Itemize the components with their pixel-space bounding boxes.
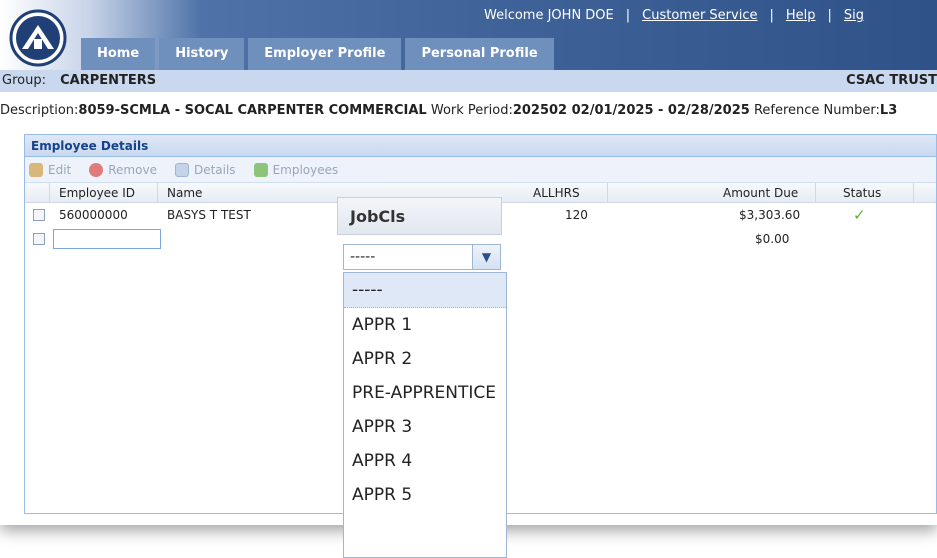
amount-due-cell: $0.00 — [755, 232, 790, 246]
allhrs-cell: 120 — [565, 208, 588, 222]
tab-history[interactable]: History — [159, 38, 245, 70]
employee-id-cell: 560000000 — [59, 208, 128, 222]
jobcls-option[interactable]: APPR 4 — [344, 444, 506, 478]
employees-icon — [253, 162, 268, 177]
name-cell: BASYS T TEST — [167, 208, 251, 222]
description-label: Description: — [0, 103, 79, 118]
welcome-text: Welcome JOHN DOE — [484, 8, 614, 23]
column-separator — [157, 183, 158, 203]
details-icon — [174, 162, 189, 177]
carpenter-logo-icon — [9, 9, 67, 67]
reference-value: L3 — [879, 103, 898, 118]
jobcls-option[interactable]: APPR 3 — [344, 410, 506, 444]
tab-employer-profile[interactable]: Employer Profile — [248, 38, 402, 70]
separator: | — [827, 8, 832, 23]
jobcls-column-header[interactable]: JobCls — [337, 197, 502, 235]
customer-service-link[interactable]: Customer Service — [642, 8, 757, 28]
separator: | — [625, 8, 631, 23]
jobcls-option[interactable]: APPR 5 — [344, 478, 506, 512]
chevron-down-icon[interactable]: ▼ — [472, 245, 500, 269]
col-name[interactable]: Name — [167, 183, 202, 203]
trust-name: CSAC TRUST — [846, 73, 937, 88]
jobcls-options-list: ----- APPR 1 APPR 2 PRE-APPRENTICE APPR … — [343, 272, 507, 558]
column-separator — [913, 183, 914, 203]
separator: | — [769, 8, 774, 23]
help-link[interactable]: Help — [786, 8, 816, 28]
grid-toolbar: Edit Remove Details Employees — [25, 157, 936, 183]
amount-due-cell: $3,303.60 — [739, 208, 801, 222]
jobcls-option[interactable]: APPR 2 — [344, 342, 506, 376]
work-period-value: 202502 02/01/2025 - 02/28/2025 — [512, 103, 750, 118]
sign-out-link[interactable]: Sig — [844, 8, 864, 28]
jobcls-option[interactable]: PRE-APPRENTICE — [344, 376, 506, 410]
description-value: 8059-SCMLA - SOCAL CARPENTER COMMERCIAL — [78, 103, 427, 118]
edit-button[interactable]: Edit — [29, 162, 72, 177]
main-tabs: Home History Employer Profile Personal P… — [81, 38, 554, 70]
details-label: Details — [193, 162, 236, 177]
work-period-label: Work Period: — [430, 103, 513, 118]
col-employee-id[interactable]: Employee ID — [59, 183, 135, 203]
reference-label: Reference Number: — [753, 103, 880, 118]
tab-home[interactable]: Home — [81, 38, 156, 70]
panel-title: Employee Details — [25, 135, 936, 157]
tab-personal-profile[interactable]: Personal Profile — [405, 38, 554, 70]
edit-icon — [29, 162, 43, 177]
row-checkbox[interactable] — [33, 209, 45, 221]
col-allhrs[interactable]: ALLHRS — [533, 183, 580, 203]
group-label: Group: — [2, 73, 46, 88]
employee-id-input[interactable] — [53, 229, 161, 249]
row-checkbox[interactable] — [33, 233, 45, 245]
remove-label: Remove — [108, 162, 157, 177]
group-bar: Group: CARPENTERS CSAC TRUST — [0, 70, 937, 92]
jobcls-option[interactable]: ----- — [344, 273, 506, 308]
welcome-bar: Welcome JOHN DOE | Customer Service | He… — [484, 8, 864, 28]
description-line: Description:8059-SCMLA - SOCAL CARPENTER… — [0, 103, 937, 121]
edit-label: Edit — [48, 162, 72, 177]
col-status[interactable]: Status — [843, 183, 881, 203]
col-amount-due[interactable]: Amount Due — [723, 183, 798, 203]
app-header: Welcome JOHN DOE | Customer Service | He… — [0, 0, 937, 70]
status-check-icon: ✓ — [853, 206, 866, 224]
remove-button[interactable]: Remove — [89, 162, 157, 177]
details-button[interactable]: Details — [174, 162, 236, 177]
jobcls-selected-value: ----- — [350, 249, 376, 265]
jobcls-select[interactable]: ----- ▼ — [343, 244, 501, 270]
column-separator — [815, 183, 816, 203]
remove-icon — [89, 162, 104, 177]
employees-button[interactable]: Employees — [253, 162, 339, 177]
jobcls-option[interactable]: APPR 1 — [344, 308, 506, 342]
group-value: CARPENTERS — [60, 73, 157, 88]
column-separator — [607, 183, 608, 203]
employees-label: Employees — [272, 162, 339, 177]
column-separator — [49, 183, 50, 203]
